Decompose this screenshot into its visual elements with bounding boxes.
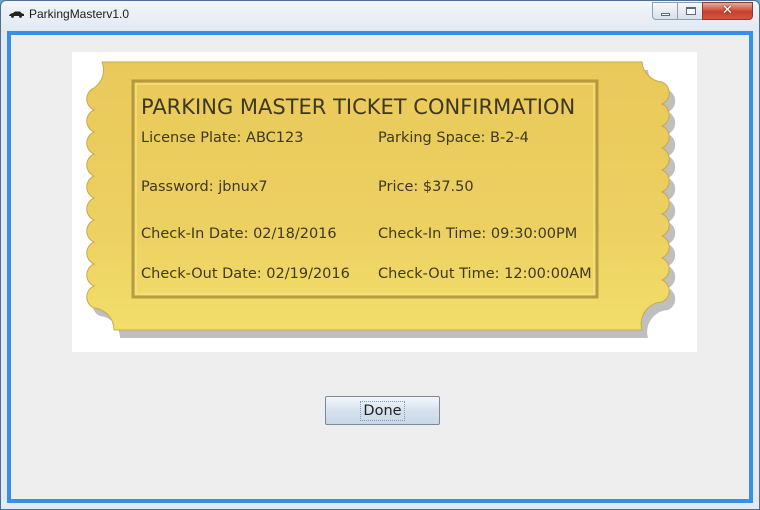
content-panel: PARKING MASTER TICKET CONFIRMATION Licen… xyxy=(7,31,753,503)
check-out-time-label: Check-Out Time: 12:00:00AM xyxy=(378,266,592,282)
password-label: Password: jbnux7 xyxy=(141,179,268,195)
done-button[interactable]: Done xyxy=(325,396,440,425)
done-button-label: Done xyxy=(360,400,405,421)
price-label: Price: $37.50 xyxy=(378,179,474,195)
parking-space-label: Parking Space: B-2-4 xyxy=(378,130,529,146)
ticket-image-panel: PARKING MASTER TICKET CONFIRMATION Licen… xyxy=(72,52,697,352)
license-plate-label: License Plate: ABC123 xyxy=(141,130,304,146)
app-window: ParkingMasterv1.0 ✕ PARKING MASTER TICKE… xyxy=(0,0,760,510)
maximize-button[interactable] xyxy=(677,2,703,20)
window-title: ParkingMasterv1.0 xyxy=(29,7,130,21)
check-in-time-label: Check-In Time: 09:30:00PM xyxy=(378,226,578,242)
ticket-heading: PARKING MASTER TICKET CONFIRMATION xyxy=(141,95,576,119)
close-icon: ✕ xyxy=(722,3,733,18)
check-out-date-label: Check-Out Date: 02/19/2016 xyxy=(141,266,350,282)
minimize-button[interactable] xyxy=(652,2,678,20)
car-icon xyxy=(9,11,24,18)
title-bar[interactable]: ParkingMasterv1.0 ✕ xyxy=(1,1,759,31)
close-button[interactable]: ✕ xyxy=(702,2,753,20)
check-in-date-label: Check-In Date: 02/18/2016 xyxy=(141,226,337,242)
maximize-icon xyxy=(686,7,696,15)
minimize-icon xyxy=(661,13,670,16)
